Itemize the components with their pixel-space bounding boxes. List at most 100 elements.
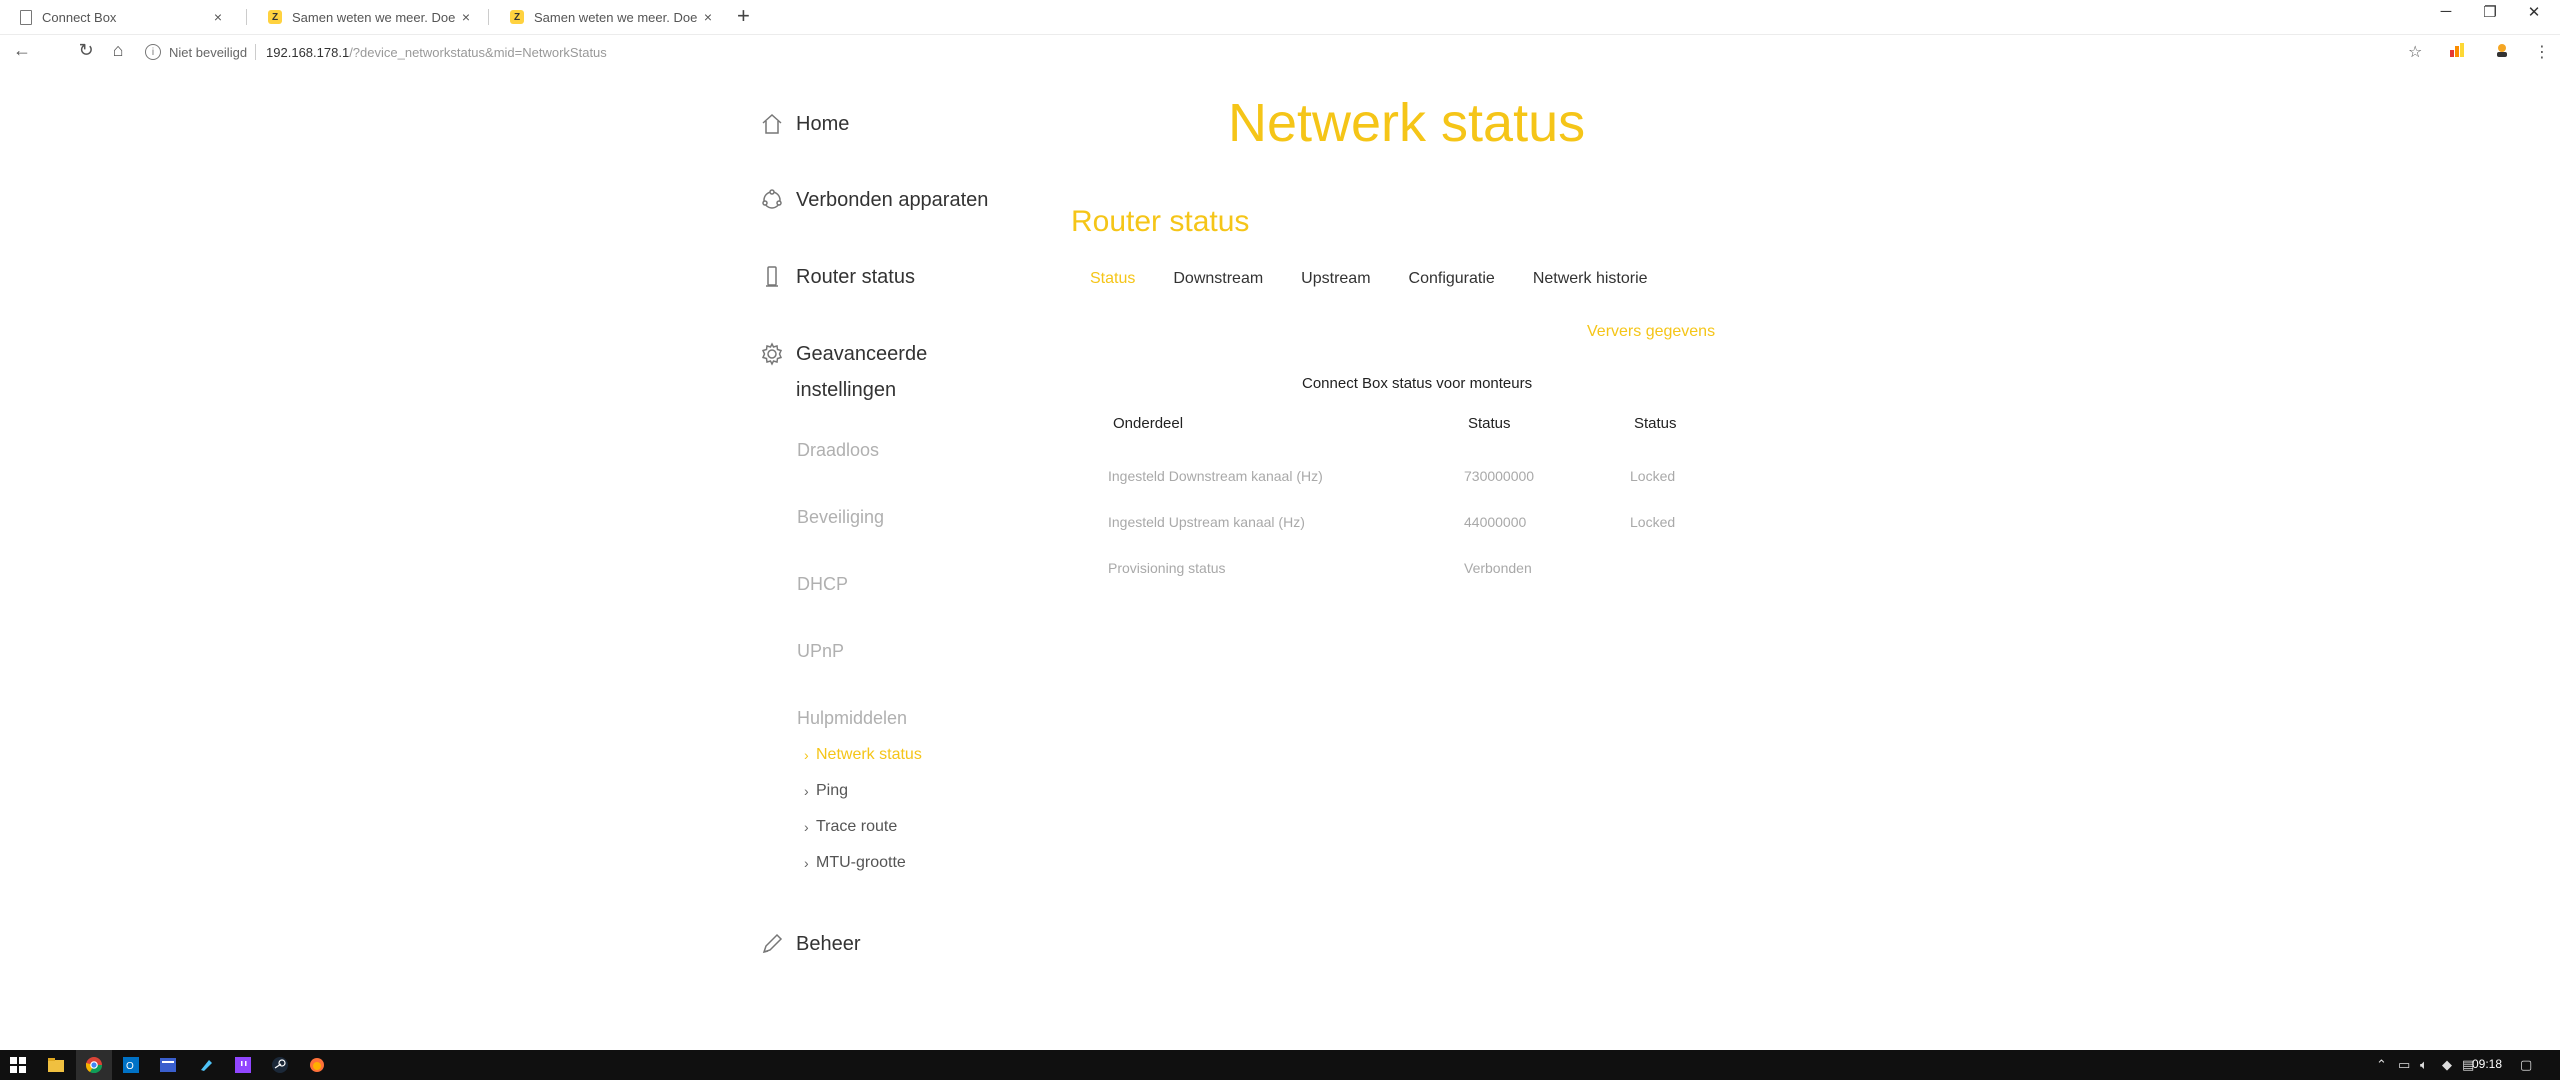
nav-label: Beheer — [796, 933, 861, 955]
nav-beheer[interactable]: Beheer — [760, 932, 861, 962]
nav-home[interactable]: Home — [760, 112, 849, 142]
cell-onderdeel: Ingesteld Upstream kanaal (Hz) — [1108, 514, 1305, 530]
sidebar-item-trace-route[interactable]: › Trace route — [804, 818, 898, 836]
nav-label: Geavanceerde instellingen — [796, 343, 928, 401]
chevron-right-icon: › — [804, 747, 809, 763]
router-status-tabs: Status Downstream Upstream Configuratie … — [1090, 270, 1686, 288]
minimize-button[interactable]: ─ — [2426, 3, 2466, 20]
sidebar-item-beveiliging[interactable]: Beveiliging — [797, 507, 884, 528]
tool-label: Netwerk status — [816, 746, 922, 763]
extension-avatar-icon[interactable] — [2494, 42, 2510, 63]
tab-divider — [488, 9, 489, 25]
tab-status[interactable]: Status — [1090, 270, 1135, 288]
sidebar-item-ping[interactable]: › Ping — [804, 782, 849, 800]
cell-value: Verbonden — [1464, 560, 1532, 576]
outlook-icon[interactable]: O — [121, 1055, 141, 1075]
back-button[interactable]: ← — [10, 40, 34, 61]
nav-label: Verbonden apparaten — [796, 189, 989, 211]
cell-value: 730000000 — [1464, 468, 1535, 484]
chevron-right-icon: › — [804, 819, 809, 835]
action-center-icon[interactable]: ▢ — [2520, 1057, 2532, 1073]
home-button[interactable]: ⌂ — [106, 40, 130, 61]
browser-menu-icon[interactable]: ⋮ — [2534, 42, 2550, 62]
browser-tab-strip: Connect Box × Z Samen weten we meer. Doe… — [0, 0, 2560, 35]
file-explorer-icon[interactable] — [46, 1055, 66, 1075]
reload-button[interactable]: ↻ — [74, 40, 98, 61]
chrome-icon[interactable] — [84, 1055, 104, 1075]
home-icon — [760, 112, 784, 136]
cell-onderdeel: Ingesteld Downstream kanaal (Hz) — [1108, 468, 1323, 484]
tab-configuratie[interactable]: Configuratie — [1409, 270, 1495, 288]
sidebar-item-dhcp[interactable]: DHCP — [797, 574, 848, 595]
router-icon — [760, 265, 784, 289]
sidebar-item-hulpmiddelen[interactable]: Hulpmiddelen — [797, 708, 907, 729]
tray-chevron-up-icon[interactable]: ⌃ — [2376, 1057, 2387, 1073]
taskbar-clock[interactable]: 09:18 — [2472, 1057, 2502, 1071]
table-row: Ingesteld Upstream kanaal (Hz) 44000000 … — [1108, 514, 1708, 554]
volume-icon[interactable]: 🔈︎ — [2420, 1057, 2428, 1073]
windows-taskbar: O ⌃ ▭ 🔈︎ ◆ ▤ 09:18 ▢ — [0, 1050, 2560, 1080]
sidebar-item-draadloos[interactable]: Draadloos — [797, 440, 879, 461]
close-tab-icon[interactable]: × — [210, 9, 226, 25]
close-tab-icon[interactable]: × — [458, 9, 474, 25]
url-path: /?device_networkstatus&mid=NetworkStatus — [349, 44, 607, 60]
address-bar[interactable]: i Niet beveiligd 192.168.178.1 /?device_… — [145, 40, 607, 64]
restore-button[interactable]: ❐ — [2470, 3, 2510, 21]
page-icon — [20, 9, 32, 25]
info-icon[interactable]: i — [145, 44, 161, 60]
tab-connect-box[interactable]: Connect Box × — [0, 0, 240, 34]
tab-ziggo-2[interactable]: Z Samen weten we meer. Doe je m × — [490, 0, 730, 34]
nav-geavanceerde-instellingen[interactable]: Geavanceerde instellingen — [760, 342, 1000, 408]
url-host: 192.168.178.1 — [266, 44, 350, 60]
sidebar-item-upnp[interactable]: UPnP — [797, 641, 844, 662]
tab-divider — [246, 9, 247, 25]
table-row: Provisioning status Verbonden — [1108, 560, 1708, 600]
app-window-icon[interactable] — [158, 1055, 178, 1075]
table-header-row: Onderdeel Status Status — [1108, 415, 1708, 455]
tab-title: Connect Box — [42, 9, 117, 25]
gear-icon — [760, 342, 784, 366]
extension-chart-icon[interactable] — [2449, 42, 2465, 63]
address-divider — [255, 44, 257, 60]
svg-text:O: O — [126, 1061, 134, 1072]
tab-ziggo-1[interactable]: Z Samen weten we meer. Doe je m × — [248, 0, 488, 34]
chevron-right-icon: › — [804, 783, 809, 799]
tab-downstream[interactable]: Downstream — [1173, 270, 1263, 288]
tab-title: Samen weten we meer. Doe je m — [534, 9, 700, 25]
sidebar-item-mtu-grootte[interactable]: › MTU-grootte — [804, 854, 906, 872]
steam-icon[interactable] — [270, 1055, 290, 1075]
header-status-2: Status — [1634, 415, 1677, 432]
chevron-right-icon: › — [804, 855, 809, 871]
page-title: Netwerk status — [1228, 93, 1586, 153]
cell-value: 44000000 — [1464, 514, 1527, 530]
cell-state: Locked — [1630, 514, 1676, 530]
devices-icon — [760, 188, 784, 212]
refresh-data-link[interactable]: Ververs gegevens — [1587, 323, 1715, 341]
ziggo-icon: Z — [268, 10, 282, 24]
tab-upstream[interactable]: Upstream — [1301, 270, 1370, 288]
windows-start-icon[interactable] — [8, 1055, 28, 1075]
sketch-app-icon[interactable] — [196, 1055, 216, 1075]
nav-router-status[interactable]: Router status — [760, 265, 915, 295]
tool-label: MTU-grootte — [816, 854, 906, 871]
sidebar-item-netwerk-status[interactable]: › Netwerk status — [804, 746, 922, 764]
section-title: Router status — [1071, 205, 1250, 238]
bookmark-star-icon[interactable]: ☆ — [2408, 42, 2422, 62]
new-tab-button[interactable]: + — [737, 3, 750, 29]
cell-state: Locked — [1630, 468, 1676, 484]
close-tab-icon[interactable]: × — [700, 9, 716, 25]
firefox-icon[interactable] — [307, 1055, 327, 1075]
ziggo-icon: Z — [510, 10, 524, 24]
tool-label: Trace route — [816, 818, 898, 835]
nav-verbonden-apparaten[interactable]: Verbonden apparaten — [760, 188, 988, 218]
nav-label: Router status — [796, 266, 915, 288]
network-icon[interactable]: ▭ — [2398, 1057, 2410, 1073]
pencil-icon — [760, 932, 784, 956]
tool-label: Ping — [816, 782, 849, 799]
tab-netwerk-historie[interactable]: Netwerk historie — [1533, 270, 1648, 288]
close-window-button[interactable]: ✕ — [2514, 3, 2554, 21]
header-onderdeel: Onderdeel — [1113, 415, 1184, 432]
dropbox-icon[interactable]: ◆ — [2442, 1057, 2452, 1073]
table-row: Ingesteld Downstream kanaal (Hz) 7300000… — [1108, 468, 1708, 508]
twitch-icon[interactable] — [233, 1055, 253, 1075]
